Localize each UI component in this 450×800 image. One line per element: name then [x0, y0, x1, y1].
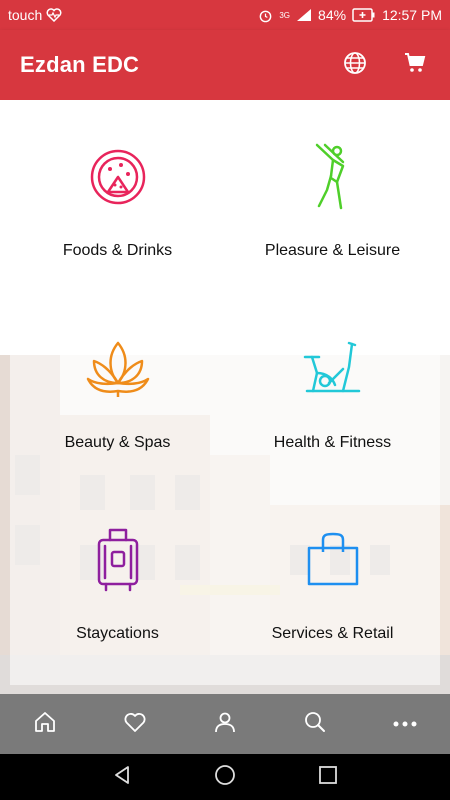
signal-icon: [296, 8, 312, 22]
category-label: Staycations: [76, 625, 159, 643]
status-bar: touch 3G 84% 12:57 PM: [0, 0, 450, 30]
luggage-icon: [86, 528, 150, 592]
more-icon: [392, 715, 418, 733]
app-title: Ezdan EDC: [20, 52, 140, 77]
recents-icon: [318, 765, 338, 790]
category-beauty-spas[interactable]: Beauty & Spas: [10, 301, 225, 494]
nav-profile-button[interactable]: [200, 699, 250, 749]
search-icon: [303, 710, 327, 739]
bottom-navigation: [0, 694, 450, 754]
system-recents-button[interactable]: [308, 757, 348, 797]
category-pleasure-leisure[interactable]: Pleasure & Leisure: [225, 110, 440, 302]
category-foods-drinks[interactable]: Foods & Drinks: [10, 110, 225, 302]
category-grid: Foods & Drinks Pleasure & Leisure Beauty…: [10, 110, 440, 685]
carrier-label: touch: [8, 7, 43, 23]
nav-search-button[interactable]: [290, 699, 340, 749]
category-grid-area: Foods & Drinks Pleasure & Leisure Beauty…: [0, 100, 450, 694]
category-health-fitness[interactable]: Health & Fitness: [225, 301, 440, 494]
system-back-button[interactable]: [102, 757, 142, 797]
category-label: Health & Fitness: [273, 433, 392, 451]
category-label: Beauty & Spas: [64, 433, 171, 451]
home-icon: [33, 710, 57, 739]
cart-icon: [403, 51, 427, 80]
category-services-retail[interactable]: Services & Retail: [225, 493, 440, 685]
cart-button[interactable]: [400, 50, 430, 80]
category-label: Services & Retail: [271, 625, 394, 643]
heart-icon: [123, 710, 147, 739]
category-label: Foods & Drinks: [62, 242, 173, 259]
back-icon: [111, 764, 133, 791]
nav-more-button[interactable]: [380, 699, 430, 749]
system-navigation-bar: [0, 754, 450, 800]
system-home-button[interactable]: [205, 757, 245, 797]
category-label: Pleasure & Leisure: [264, 242, 401, 259]
clock: 12:57 PM: [382, 7, 442, 23]
profile-icon: [213, 710, 237, 739]
golfer-icon: [301, 143, 365, 210]
home-circle-icon: [214, 764, 236, 791]
globe-icon: [343, 51, 367, 80]
category-staycations[interactable]: Staycations: [10, 493, 225, 685]
app-bar: Ezdan EDC: [0, 30, 450, 100]
shopping-bag-icon: [301, 528, 365, 592]
lotus-icon: [86, 337, 150, 401]
nav-favorites-button[interactable]: [110, 699, 160, 749]
pizza-icon: [86, 145, 150, 209]
heart-monitor-icon: [46, 8, 62, 22]
nav-home-button[interactable]: [20, 699, 70, 749]
alarm-icon: [258, 8, 273, 23]
language-button[interactable]: [340, 50, 370, 80]
battery-percent: 84%: [318, 7, 347, 23]
network-type: 3G: [279, 10, 291, 20]
exercise-bike-icon: [301, 337, 365, 401]
battery-charging-icon: [352, 8, 376, 22]
